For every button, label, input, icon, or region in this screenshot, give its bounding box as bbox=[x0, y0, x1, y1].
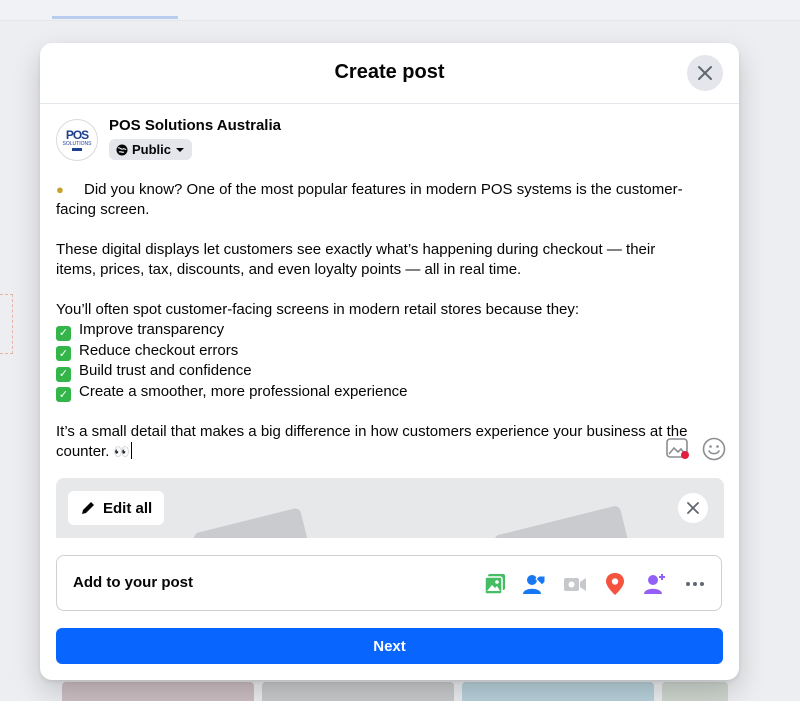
media-preview: Edit all bbox=[56, 478, 724, 538]
tag-people-button[interactable] bbox=[523, 572, 547, 596]
post-author: POS SOLUTIONS POS Solutions Australia Pu… bbox=[56, 117, 281, 161]
gallery-icon bbox=[666, 438, 689, 459]
check-in-button[interactable] bbox=[603, 572, 627, 596]
create-post-dialog: Create post POS SOLUTIONS POS Solutions … bbox=[40, 43, 739, 680]
emoji-button[interactable] bbox=[701, 436, 727, 462]
check-mark-icon: ✓ bbox=[56, 387, 71, 402]
post-paragraph: You’ll often spot customer-facing screen… bbox=[56, 301, 580, 318]
dialog-header: Create post bbox=[40, 43, 739, 104]
background-dashed-box bbox=[0, 294, 13, 354]
background-thumbnail bbox=[462, 682, 654, 701]
globe-icon bbox=[116, 144, 128, 155]
post-paragraph: Did you know? One of the most popular fe… bbox=[56, 181, 683, 218]
avatar-logo-bar bbox=[72, 148, 82, 151]
photo-video-icon bbox=[484, 574, 505, 595]
edit-all-button[interactable]: Edit all bbox=[68, 491, 165, 525]
more-options-button[interactable] bbox=[683, 572, 707, 596]
check-mark-icon: ✓ bbox=[56, 325, 71, 341]
photo-video-button[interactable] bbox=[483, 572, 507, 596]
text-cursor bbox=[130, 442, 132, 459]
close-button[interactable] bbox=[687, 55, 723, 91]
more-icon bbox=[686, 582, 704, 586]
background-style-button[interactable] bbox=[665, 436, 691, 462]
product-image bbox=[192, 507, 310, 538]
post-paragraph: These digital displays let customers see… bbox=[56, 241, 656, 278]
location-pin-icon bbox=[606, 573, 624, 595]
add-person-icon bbox=[644, 574, 665, 594]
check-mark-icon: ✓ bbox=[56, 366, 71, 382]
check-item: Reduce checkout errors bbox=[79, 341, 239, 359]
post-text-editor[interactable]: ● Did you know? One of the most popular f… bbox=[56, 180, 696, 462]
eyes-emoji: 👀 bbox=[113, 444, 130, 459]
product-image bbox=[493, 504, 629, 538]
add-person-button[interactable] bbox=[643, 572, 667, 596]
remove-media-button[interactable] bbox=[678, 493, 708, 523]
avatar: POS SOLUTIONS bbox=[56, 119, 98, 161]
caret-down-icon bbox=[176, 147, 185, 152]
add-to-post-bar: Add to your post bbox=[56, 555, 722, 611]
live-video-button[interactable] bbox=[563, 572, 587, 596]
check-item: Create a smoother, more professional exp… bbox=[79, 382, 408, 400]
pencil-icon bbox=[82, 502, 94, 514]
live-video-icon bbox=[564, 578, 586, 591]
close-icon bbox=[687, 502, 699, 514]
background-thumbnail bbox=[62, 682, 254, 701]
audience-label: Public bbox=[132, 142, 172, 157]
dialog-title: Create post bbox=[334, 61, 445, 83]
close-icon bbox=[698, 66, 712, 80]
avatar-logo-subtext: SOLUTIONS bbox=[62, 141, 92, 147]
check-item: Build trust and confidence bbox=[79, 362, 252, 379]
tag-people-icon bbox=[523, 575, 546, 594]
next-button-label: Next bbox=[373, 637, 406, 655]
smiley-icon bbox=[702, 437, 726, 461]
check-item: Improve transparency bbox=[79, 321, 225, 338]
avatar-logo-text: POS bbox=[65, 128, 89, 142]
post-paragraph: It’s a small detail that makes a big dif… bbox=[56, 423, 688, 460]
background-thumbnail bbox=[262, 682, 454, 701]
background-thumbnail bbox=[662, 682, 728, 701]
edit-all-label: Edit all bbox=[103, 499, 153, 517]
audience-selector-button[interactable]: Public bbox=[109, 139, 193, 160]
check-mark-icon: ✓ bbox=[56, 346, 71, 361]
author-name: POS Solutions Australia bbox=[109, 117, 281, 134]
add-to-post-label: Add to your post bbox=[73, 574, 193, 591]
next-button[interactable]: Next bbox=[56, 628, 723, 664]
lightbulb-icon: ● bbox=[56, 182, 64, 197]
background-active-tab-indicator bbox=[52, 16, 178, 19]
